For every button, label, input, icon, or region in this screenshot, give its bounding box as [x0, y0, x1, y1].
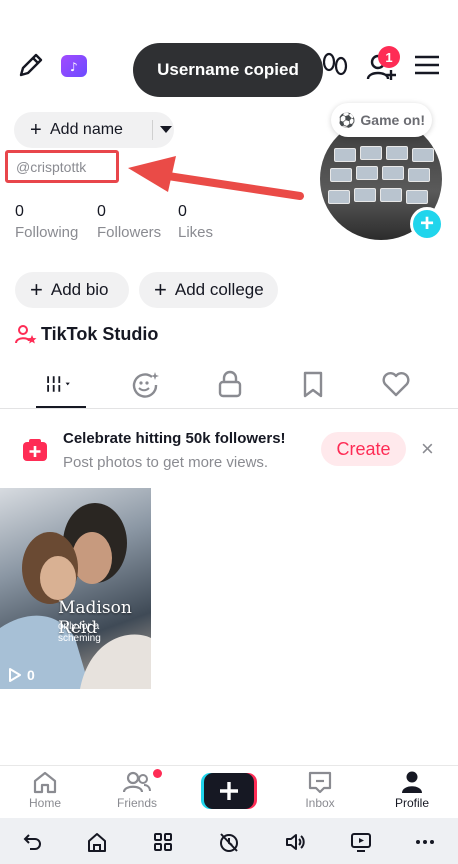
more-icon[interactable]: [414, 831, 436, 853]
lock-tab-icon[interactable]: [216, 370, 244, 398]
apps-grid-icon[interactable]: [152, 831, 174, 853]
plus-icon: +: [30, 119, 42, 141]
promo-subtitle: Post photos to get more views.: [63, 454, 269, 471]
avatar-status-text: Game on!: [360, 112, 425, 128]
username[interactable]: @crisptottk: [5, 150, 119, 183]
add-bio-button[interactable]: + Add bio: [15, 272, 129, 308]
system-nav-bar: [0, 818, 458, 864]
chevron-down-icon[interactable]: [160, 126, 172, 133]
friends-icon: [123, 771, 151, 793]
nav-home[interactable]: Home: [5, 770, 85, 810]
home-icon: [33, 771, 57, 794]
inbox-icon: [308, 771, 332, 794]
add-name-label: Add name: [50, 121, 123, 138]
nav-inbox[interactable]: Inbox: [280, 770, 360, 810]
post-subtitle: only for a scheming: [58, 621, 101, 644]
timer-off-icon[interactable]: [218, 831, 240, 853]
create-post-button[interactable]: [201, 773, 257, 809]
add-name-button[interactable]: + Add name: [14, 112, 174, 148]
post-views: 0: [8, 667, 35, 683]
friends-notification-dot: [153, 769, 162, 778]
promo-title: Celebrate hitting 50k followers!: [63, 430, 286, 447]
plus-icon: +: [154, 277, 167, 302]
post-thumbnail[interactable]: Madison Reid only for a scheming 0: [0, 488, 151, 689]
nav-friends[interactable]: Friends: [97, 770, 177, 810]
avatar-status-bubble[interactable]: ⚽ Game on!: [331, 103, 432, 137]
edit-pencil-icon[interactable]: [16, 50, 46, 80]
add-college-button[interactable]: + Add college: [139, 272, 278, 308]
studio-link[interactable]: TikTok Studio: [41, 324, 158, 345]
reposts-tab-icon[interactable]: [131, 370, 159, 398]
bookmark-tab-icon[interactable]: [299, 370, 327, 398]
likes-label[interactable]: Likes: [178, 224, 213, 241]
nav-profile[interactable]: Profile: [372, 770, 452, 810]
heart-tab-icon[interactable]: [382, 370, 410, 398]
add-college-label: Add college: [174, 280, 264, 299]
post-views-count: 0: [27, 667, 35, 683]
svg-text:♪: ♪: [70, 60, 78, 74]
followers-label[interactable]: Followers: [97, 224, 161, 241]
soccer-ball-icon: ⚽: [337, 111, 356, 128]
volume-icon[interactable]: [284, 831, 306, 853]
toast-message: Username copied: [133, 43, 323, 97]
nav-profile-label: Profile: [394, 796, 429, 810]
home-system-icon[interactable]: [86, 831, 108, 853]
bottom-nav: Home Friends Inbox Profile: [0, 765, 458, 818]
footprints-icon[interactable]: [320, 52, 350, 80]
nav-inbox-label: Inbox: [305, 796, 335, 810]
tiktok-logo-icon[interactable]: ♪: [61, 55, 87, 77]
photo-plus-icon: [23, 439, 47, 461]
close-icon[interactable]: ×: [421, 436, 434, 462]
screen-cast-icon[interactable]: [350, 831, 372, 853]
following-count: 0: [15, 203, 24, 220]
videos-grid-tab-icon[interactable]: [46, 370, 74, 398]
arrow-annotation: [128, 156, 304, 200]
play-icon: [9, 668, 21, 682]
back-icon[interactable]: [22, 831, 44, 853]
notification-badge: 1: [378, 46, 400, 68]
nav-friends-label: Friends: [116, 796, 157, 810]
post-cover-image: [0, 503, 151, 689]
profile-icon: [402, 771, 422, 793]
following-label[interactable]: Following: [15, 224, 78, 241]
studio-icon: [15, 325, 37, 344]
likes-count: 0: [178, 203, 187, 220]
nav-home-label: Home: [28, 796, 61, 810]
add-avatar-button[interactable]: +: [410, 207, 444, 241]
menu-icon[interactable]: [414, 54, 440, 76]
followers-count: 0: [97, 203, 106, 220]
create-button[interactable]: Create: [321, 432, 406, 466]
add-bio-label: Add bio: [50, 280, 109, 299]
divider: [152, 120, 153, 140]
plus-icon: +: [30, 277, 43, 302]
